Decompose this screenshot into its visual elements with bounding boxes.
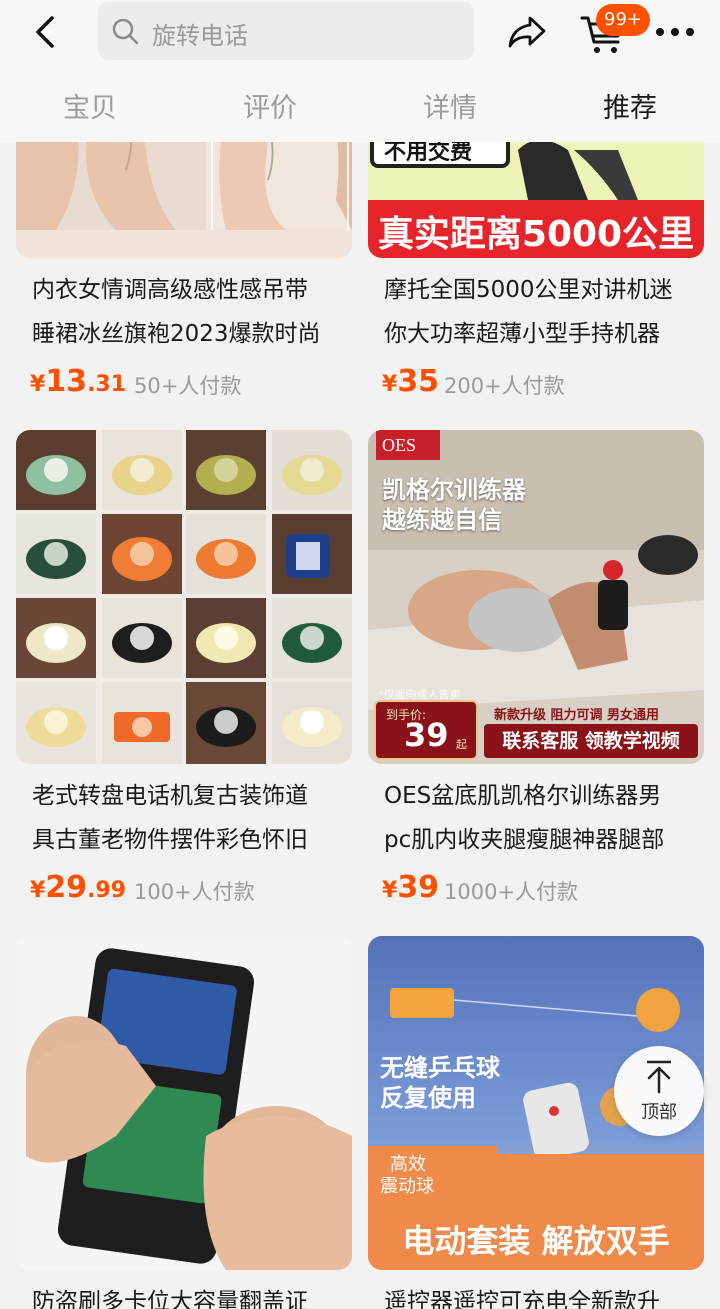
product-title[interactable]: 防盗刷多卡位大容量翻盖证 — [32, 1280, 344, 1309]
tab-product[interactable]: 宝贝 — [30, 86, 150, 125]
more-dots-icon — [656, 28, 694, 36]
product-image[interactable]: OES 凯格尔训练器 越练越自信 *仅面向成人售卖 到手价: 39 起 新款升级… — [368, 430, 704, 764]
product-title[interactable]: 摩托全国5000公里对讲机迷 你大功率超薄小型手持机器 — [384, 268, 696, 356]
tab-recommend[interactable]: 推荐 — [570, 86, 690, 125]
search-placeholder: 旋转电话 — [152, 22, 248, 50]
price-integer: 35 — [397, 364, 440, 399]
share-button[interactable] — [504, 10, 550, 54]
product-title-line: 遥控器遥控可充电全新款升 — [384, 1289, 660, 1309]
product-title-line: 摩托全国5000公里对讲机迷 — [384, 277, 673, 303]
price-decimal: .99 — [87, 878, 127, 903]
back-arrow-icon — [36, 16, 54, 48]
product-title[interactable]: 内衣女情调高级感性感吊带 睡裙冰丝旗袍2023爆款时尚 — [32, 268, 344, 356]
search-icon — [112, 18, 139, 45]
top-bar: 旋转电话 99+ — [0, 0, 720, 64]
product-image[interactable] — [16, 430, 352, 764]
image-subheadline: 越练越自信 — [382, 506, 502, 534]
product-title[interactable]: 遥控器遥控可充电全新款升 — [384, 1280, 696, 1309]
header: 旋转电话 99+ 宝贝 评价 详情 推荐 — [0, 0, 720, 142]
image-feature-tags: 新款升级 阻力可调 男女通用 — [494, 708, 660, 723]
sales-count: 200+人付款 — [444, 374, 565, 398]
price-integer: 29 — [45, 870, 88, 905]
share-icon — [508, 16, 546, 48]
sales-count: 100+人付款 — [134, 880, 255, 904]
image-tag-vibration: 震动球 — [380, 1176, 434, 1197]
search-bar[interactable]: 旋转电话 — [98, 2, 474, 60]
currency-symbol: ¥ — [30, 878, 46, 903]
product-card[interactable]: OES 凯格尔训练器 越练越自信 *仅面向成人售卖 到手价: 39 起 新款升级… — [368, 430, 704, 910]
image-price-box: 到手价: 39 起 — [374, 700, 478, 760]
product-price: ¥29.99 — [30, 870, 126, 905]
back-button[interactable] — [26, 12, 66, 52]
tab-details[interactable]: 详情 — [390, 86, 510, 125]
price-decimal: .31 — [87, 372, 127, 397]
image-cta-banner: 联系客服 领教学视频 — [484, 724, 698, 758]
price-integer: 13 — [45, 364, 88, 399]
product-title-line: 老式转盘电话机复古装饰道 — [32, 783, 308, 809]
cart-count-badge: 99+ — [596, 4, 650, 36]
sales-count: 1000+人付款 — [444, 880, 579, 904]
tab-bar: 宝贝 评价 详情 推荐 — [0, 86, 720, 134]
back-to-top-label: 顶部 — [641, 1102, 677, 1123]
product-price: ¥13.31 — [30, 364, 126, 399]
image-price-number: 39 — [404, 716, 449, 754]
currency-symbol: ¥ — [382, 372, 398, 397]
currency-symbol: ¥ — [382, 878, 398, 903]
product-title-line: 防盗刷多卡位大容量翻盖证 — [32, 1289, 308, 1309]
brand-logo: OES — [376, 430, 440, 460]
price-integer: 39 — [397, 870, 440, 905]
product-title[interactable]: OES盆底肌凯格尔训练器男 pc肌内收夹腿瘦腿神器腿部 — [384, 774, 696, 862]
product-grid: 内衣女情调高级感性感吊带 睡裙冰丝旗袍2023爆款时尚 ¥13.31 50+人付… — [0, 0, 720, 1309]
product-price: ¥35 — [382, 364, 439, 399]
product-title-line: 你大功率超薄小型手持机器 — [384, 321, 660, 347]
product-title[interactable]: 老式转盘电话机复古装饰道 具古董老物件摆件彩色怀旧 — [32, 774, 344, 862]
more-options-button[interactable] — [652, 14, 698, 50]
product-title-line: 具古董老物件摆件彩色怀旧 — [32, 827, 308, 853]
image-banner: 电动套装 解放双手 — [402, 1222, 670, 1260]
image-price-suffix: 起 — [456, 738, 467, 751]
currency-symbol: ¥ — [30, 372, 46, 397]
back-to-top-button[interactable]: 顶部 — [614, 1046, 704, 1136]
product-card[interactable]: 防盗刷多卡位大容量翻盖证 — [16, 936, 352, 1309]
product-title-line: 内衣女情调高级感性感吊带 — [32, 277, 308, 303]
product-price: ¥39 — [382, 870, 439, 905]
product-title-line: OES盆底肌凯格尔训练器男 — [384, 783, 662, 809]
product-title-line: 睡裙冰丝旗袍2023爆款时尚 — [32, 321, 321, 347]
image-subheadline: 反复使用 — [380, 1084, 476, 1112]
sales-count: 50+人付款 — [134, 374, 242, 398]
product-title-line: pc肌内收夹腿瘦腿神器腿部 — [384, 827, 665, 853]
arrow-up-icon — [647, 1060, 671, 1094]
product-card[interactable]: 老式转盘电话机复古装饰道 具古董老物件摆件彩色怀旧 ¥29.99 100+人付款 — [16, 430, 352, 910]
product-image[interactable] — [16, 936, 352, 1270]
tab-reviews[interactable]: 评价 — [210, 86, 330, 125]
image-banner-distance: 真实距离5000公里 — [377, 214, 695, 255]
